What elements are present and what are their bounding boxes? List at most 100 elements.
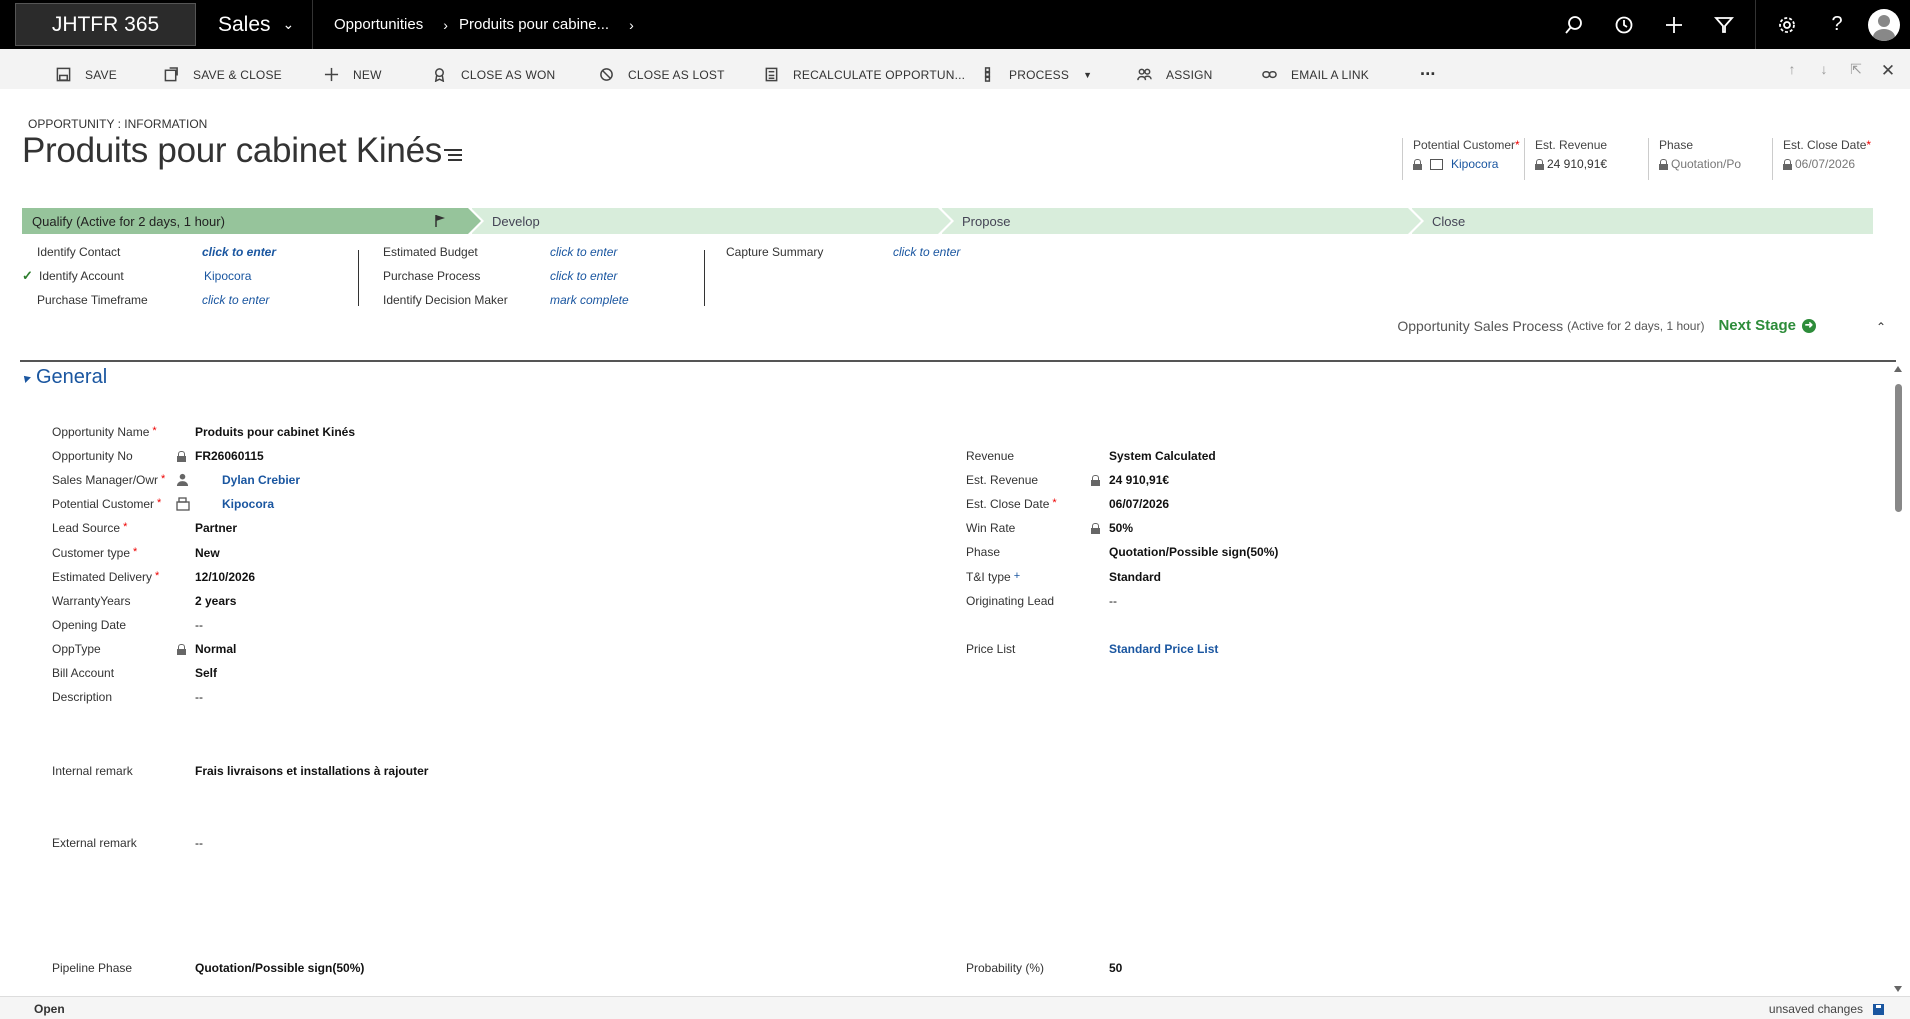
search-icon[interactable] xyxy=(1549,0,1599,49)
header-field-phase[interactable]: Phase Quotation/Po xyxy=(1648,138,1772,180)
lock-icon xyxy=(177,643,186,655)
email-link-button[interactable]: EMAIL A LINK xyxy=(1262,67,1369,82)
field-value[interactable]: 2 years xyxy=(195,594,236,608)
help-icon[interactable]: ? xyxy=(1812,0,1862,49)
field-value[interactable]: -- xyxy=(195,690,203,704)
arrow-up-icon[interactable]: ↑ xyxy=(1784,61,1800,81)
customer-link[interactable]: Kipocora xyxy=(1451,157,1498,171)
field-value[interactable]: Normal xyxy=(195,642,236,656)
field-row: Lead Source * Partner xyxy=(52,521,652,539)
arrow-down-icon[interactable]: ↓ xyxy=(1816,61,1832,81)
step-input[interactable]: click to enter xyxy=(202,245,276,259)
header-field-potential-customer[interactable]: Potential Customer* Kipocora xyxy=(1402,138,1524,180)
field-row: Win Rate 50% xyxy=(966,521,1566,539)
field-value: Kipocora xyxy=(1413,157,1524,171)
page-title: Produits pour cabinet Kinés xyxy=(22,131,442,170)
field-value[interactable]: Standard Price List xyxy=(1109,642,1218,656)
field-value[interactable]: Kipocora xyxy=(222,497,274,511)
command-label: EMAIL A LINK xyxy=(1291,67,1369,82)
step-input[interactable]: mark complete xyxy=(550,293,629,307)
field-value[interactable]: -- xyxy=(1109,594,1117,608)
field-value[interactable]: Dylan Crebier xyxy=(222,473,300,487)
caret-down-icon: ▼ xyxy=(1083,69,1093,80)
field-value[interactable]: 50 xyxy=(1109,961,1122,975)
lock-icon xyxy=(1659,158,1668,170)
menu-icon[interactable] xyxy=(444,149,462,163)
step-input[interactable]: Kipocora xyxy=(204,269,251,283)
history-icon[interactable] xyxy=(1599,0,1649,49)
field-value[interactable]: Standard xyxy=(1109,570,1161,584)
breadcrumb-record[interactable]: Produits pour cabine... › xyxy=(459,0,634,49)
scroll-up-icon[interactable] xyxy=(1894,366,1902,372)
field-value[interactable]: -- xyxy=(195,836,203,850)
new-button[interactable]: NEW xyxy=(324,67,382,82)
stage-label: Close xyxy=(1432,213,1466,229)
next-stage-button[interactable]: Next Stage ➜ xyxy=(1718,317,1816,334)
stage-qualify[interactable]: Qualify (Active for 2 days, 1 hour) xyxy=(22,208,484,234)
step-input[interactable]: click to enter xyxy=(893,245,960,259)
save-icon[interactable] xyxy=(1873,1003,1884,1015)
stage-develop[interactable]: Develop xyxy=(472,208,954,234)
field-value[interactable]: Quotation/Possible sign(50%) xyxy=(195,961,364,975)
field-label: WarrantyYears xyxy=(52,593,131,608)
field-value[interactable]: -- xyxy=(195,618,203,632)
field-value[interactable]: New xyxy=(195,546,220,560)
command-label: RECALCULATE OPPORTUN... xyxy=(793,67,966,82)
save-button[interactable]: SAVE xyxy=(56,67,117,82)
field-value[interactable]: Self xyxy=(195,666,217,680)
field-value[interactable]: FR26060115 xyxy=(195,449,264,463)
section-header-general[interactable]: General xyxy=(21,366,108,389)
step-input[interactable]: click to enter xyxy=(550,245,617,259)
field-value[interactable]: Quotation/Possible sign(50%) xyxy=(1109,545,1278,559)
field-label: Phase xyxy=(966,545,1001,560)
field-value[interactable]: Produits pour cabinet Kinés xyxy=(195,425,355,439)
popout-icon[interactable]: ⇱ xyxy=(1848,61,1864,81)
step-label: Purchase Timeframe xyxy=(37,293,148,307)
process-button[interactable]: PROCESS ▼ xyxy=(980,67,1092,82)
scroll-thumb[interactable] xyxy=(1895,384,1902,512)
field-value[interactable]: System Calculated xyxy=(1109,449,1216,463)
header-field-est-revenue[interactable]: Est. Revenue 24 910,91€ xyxy=(1524,138,1648,180)
close-icon[interactable]: ✕ xyxy=(1880,61,1896,81)
field-value[interactable]: 50% xyxy=(1109,521,1133,535)
field-value: Quotation/Po xyxy=(1659,157,1772,171)
field-label: Win Rate xyxy=(966,521,1016,536)
brand-logo[interactable]: JHTFR 365 xyxy=(15,3,196,46)
close-as-won-button[interactable]: CLOSE AS WON xyxy=(432,67,555,82)
process-duration: (Active for 2 days, 1 hour) xyxy=(1567,318,1705,333)
field-row: OppType Normal xyxy=(52,642,652,660)
more-commands-button[interactable]: ... xyxy=(1420,59,1436,80)
field-internal-remark: Internal remark Frais livraisons et inst… xyxy=(52,764,652,782)
step-purchase-process: Purchase Process click to enter xyxy=(368,269,698,289)
field-label: Est. Close Date* xyxy=(966,497,1057,512)
close-as-lost-button[interactable]: CLOSE AS LOST xyxy=(599,67,725,82)
step-label: Identify Account xyxy=(39,269,124,283)
collapse-process-icon[interactable]: ⌃ xyxy=(1876,320,1886,334)
plus-icon[interactable] xyxy=(1649,0,1699,49)
field-value[interactable]: 24 910,91€ xyxy=(1109,473,1169,487)
field-row: Sales Manager/Owr * Dylan Crebier xyxy=(52,473,652,491)
field-value[interactable]: Frais livraisons et installations à rajo… xyxy=(195,764,428,778)
stage-close[interactable]: Close xyxy=(1412,208,1873,234)
assign-button[interactable]: ASSIGN xyxy=(1137,67,1213,82)
vertical-scrollbar[interactable] xyxy=(1892,362,1904,996)
app-switcher[interactable]: Sales ⌄ xyxy=(218,0,314,49)
form-selector[interactable]: OPPORTUNITY : INFORMATION xyxy=(28,117,207,131)
step-input[interactable]: click to enter xyxy=(550,269,617,283)
field-value[interactable]: 06/07/2026 xyxy=(1109,497,1169,511)
section-title: General xyxy=(36,366,108,388)
header-field-est-close-date[interactable]: Est. Close Date* 06/07/2026 xyxy=(1772,138,1882,180)
field-value[interactable]: Partner xyxy=(195,521,237,535)
save-close-button[interactable]: SAVE & CLOSE xyxy=(164,67,282,82)
gear-icon[interactable] xyxy=(1762,0,1812,49)
filter-icon[interactable] xyxy=(1699,0,1749,49)
step-input[interactable]: click to enter xyxy=(202,293,269,307)
breadcrumb-opportunities[interactable]: Opportunities › xyxy=(334,0,448,49)
scroll-down-icon[interactable] xyxy=(1894,986,1902,992)
recalculate-button[interactable]: RECALCULATE OPPORTUN... xyxy=(764,67,965,82)
stage-propose[interactable]: Propose xyxy=(942,208,1424,234)
avatar[interactable] xyxy=(1868,8,1900,41)
field-value[interactable]: 12/10/2026 xyxy=(195,570,255,584)
step-purchase-timeframe: Purchase Timeframe click to enter xyxy=(22,293,352,313)
breadcrumb-label: Produits pour cabine... xyxy=(459,16,610,33)
